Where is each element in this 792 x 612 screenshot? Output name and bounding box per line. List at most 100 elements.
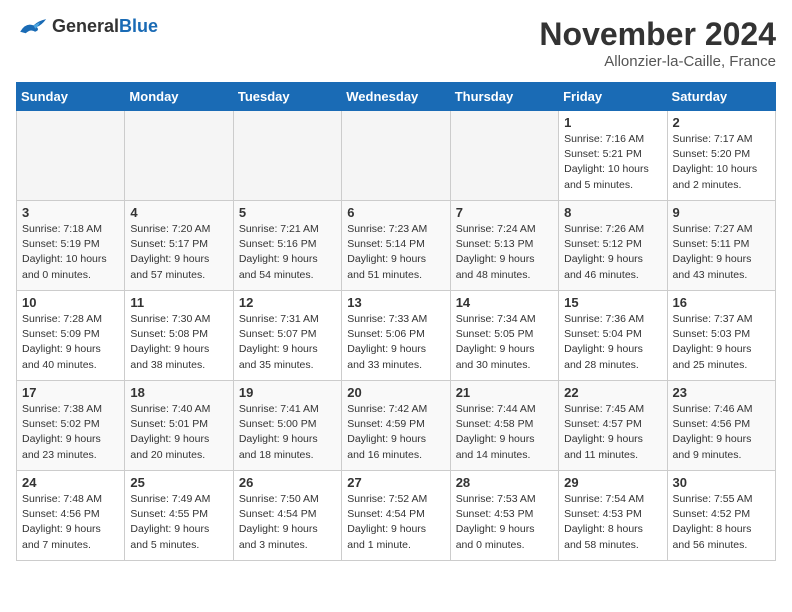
day-info: Sunrise: 7:28 AMSunset: 5:09 PMDaylight:… — [22, 312, 119, 373]
day-info: Sunrise: 7:26 AMSunset: 5:12 PMDaylight:… — [564, 222, 661, 283]
day-info: Sunrise: 7:24 AMSunset: 5:13 PMDaylight:… — [456, 222, 553, 283]
logo: GeneralBlue — [16, 16, 158, 38]
day-info: Sunrise: 7:54 AMSunset: 4:53 PMDaylight:… — [564, 492, 661, 553]
day-info: Sunrise: 7:20 AMSunset: 5:17 PMDaylight:… — [130, 222, 227, 283]
calendar-cell: 16 Sunrise: 7:37 AMSunset: 5:03 PMDayligh… — [667, 291, 775, 381]
weekday-header-row: SundayMondayTuesdayWednesdayThursdayFrid… — [17, 83, 776, 111]
day-number: 24 — [22, 475, 119, 490]
day-info: Sunrise: 7:52 AMSunset: 4:54 PMDaylight:… — [347, 492, 444, 553]
calendar-cell — [125, 111, 233, 201]
day-info: Sunrise: 7:23 AMSunset: 5:14 PMDaylight:… — [347, 222, 444, 283]
day-number: 26 — [239, 475, 336, 490]
weekday-header-friday: Friday — [559, 83, 667, 111]
calendar-cell — [233, 111, 341, 201]
day-info: Sunrise: 7:36 AMSunset: 5:04 PMDaylight:… — [564, 312, 661, 373]
calendar-cell: 30 Sunrise: 7:55 AMSunset: 4:52 PMDayligh… — [667, 471, 775, 561]
day-number: 11 — [130, 295, 227, 310]
day-info: Sunrise: 7:48 AMSunset: 4:56 PMDaylight:… — [22, 492, 119, 553]
calendar-cell: 24 Sunrise: 7:48 AMSunset: 4:56 PMDayligh… — [17, 471, 125, 561]
location-title: Allonzier-la-Caille, France — [539, 53, 776, 70]
weekday-header-monday: Monday — [125, 83, 233, 111]
calendar-cell: 9 Sunrise: 7:27 AMSunset: 5:11 PMDaylight… — [667, 201, 775, 291]
month-title: November 2024 — [539, 16, 776, 53]
calendar-cell: 27Sunrise: 7:52 AMSunset: 4:54 PMDayligh… — [342, 471, 450, 561]
day-number: 8 — [564, 205, 661, 220]
calendar-cell: 12 Sunrise: 7:31 AMSunset: 5:07 PMDayligh… — [233, 291, 341, 381]
day-number: 5 — [239, 205, 336, 220]
calendar-body: 1Sunrise: 7:16 AMSunset: 5:21 PMDaylight… — [17, 111, 776, 561]
title-area: November 2024 Allonzier-la-Caille, Franc… — [539, 16, 776, 70]
day-info: Sunrise: 7:46 AMSunset: 4:56 PMDaylight:… — [673, 402, 770, 463]
day-number: 25 — [130, 475, 227, 490]
day-number: 22 — [564, 385, 661, 400]
calendar-cell: 29Sunrise: 7:54 AMSunset: 4:53 PMDayligh… — [559, 471, 667, 561]
day-info: Sunrise: 7:42 AMSunset: 4:59 PMDaylight:… — [347, 402, 444, 463]
weekday-header-sunday: Sunday — [17, 83, 125, 111]
calendar-cell: 22 Sunrise: 7:45 AMSunset: 4:57 PMDayligh… — [559, 381, 667, 471]
calendar-cell: 3 Sunrise: 7:18 AMSunset: 5:19 PMDaylight… — [17, 201, 125, 291]
day-number: 13 — [347, 295, 444, 310]
calendar-cell: 1Sunrise: 7:16 AMSunset: 5:21 PMDaylight… — [559, 111, 667, 201]
day-number: 28 — [456, 475, 553, 490]
day-info: Sunrise: 7:31 AMSunset: 5:07 PMDaylight:… — [239, 312, 336, 373]
day-info: Sunrise: 7:30 AMSunset: 5:08 PMDaylight:… — [130, 312, 227, 373]
calendar-cell: 14Sunrise: 7:34 AMSunset: 5:05 PMDayligh… — [450, 291, 558, 381]
day-number: 2 — [673, 115, 770, 130]
day-number: 15 — [564, 295, 661, 310]
calendar-cell: 20 Sunrise: 7:42 AMSunset: 4:59 PMDayligh… — [342, 381, 450, 471]
day-number: 23 — [673, 385, 770, 400]
calendar-week-2: 3 Sunrise: 7:18 AMSunset: 5:19 PMDaylight… — [17, 201, 776, 291]
calendar-cell: 15 Sunrise: 7:36 AMSunset: 5:04 PMDayligh… — [559, 291, 667, 381]
calendar-cell: 19 Sunrise: 7:41 AMSunset: 5:00 PMDayligh… — [233, 381, 341, 471]
calendar-cell: 13Sunrise: 7:33 AMSunset: 5:06 PMDayligh… — [342, 291, 450, 381]
day-number: 4 — [130, 205, 227, 220]
calendar-cell: 5 Sunrise: 7:21 AMSunset: 5:16 PMDaylight… — [233, 201, 341, 291]
day-number: 14 — [456, 295, 553, 310]
logo-icon — [16, 16, 48, 38]
day-info: Sunrise: 7:49 AMSunset: 4:55 PMDaylight:… — [130, 492, 227, 553]
day-info: Sunrise: 7:50 AMSunset: 4:54 PMDaylight:… — [239, 492, 336, 553]
calendar-cell: 8 Sunrise: 7:26 AMSunset: 5:12 PMDaylight… — [559, 201, 667, 291]
day-number: 19 — [239, 385, 336, 400]
day-number: 3 — [22, 205, 119, 220]
calendar-cell: 21Sunrise: 7:44 AMSunset: 4:58 PMDayligh… — [450, 381, 558, 471]
day-number: 16 — [673, 295, 770, 310]
calendar-cell: 2Sunrise: 7:17 AMSunset: 5:20 PMDaylight… — [667, 111, 775, 201]
day-number: 7 — [456, 205, 553, 220]
calendar-cell: 25 Sunrise: 7:49 AMSunset: 4:55 PMDayligh… — [125, 471, 233, 561]
day-info: Sunrise: 7:21 AMSunset: 5:16 PMDaylight:… — [239, 222, 336, 283]
calendar-cell: 26 Sunrise: 7:50 AMSunset: 4:54 PMDayligh… — [233, 471, 341, 561]
day-info: Sunrise: 7:38 AMSunset: 5:02 PMDaylight:… — [22, 402, 119, 463]
calendar-week-4: 17Sunrise: 7:38 AMSunset: 5:02 PMDayligh… — [17, 381, 776, 471]
page-header: GeneralBlue November 2024 Allonzier-la-C… — [16, 16, 776, 70]
calendar-week-3: 10 Sunrise: 7:28 AMSunset: 5:09 PMDayligh… — [17, 291, 776, 381]
day-info: Sunrise: 7:27 AMSunset: 5:11 PMDaylight:… — [673, 222, 770, 283]
calendar-cell: 18Sunrise: 7:40 AMSunset: 5:01 PMDayligh… — [125, 381, 233, 471]
day-number: 12 — [239, 295, 336, 310]
calendar-cell: 7 Sunrise: 7:24 AMSunset: 5:13 PMDaylight… — [450, 201, 558, 291]
day-info: Sunrise: 7:41 AMSunset: 5:00 PMDaylight:… — [239, 402, 336, 463]
day-info: Sunrise: 7:37 AMSunset: 5:03 PMDaylight:… — [673, 312, 770, 373]
calendar-week-1: 1Sunrise: 7:16 AMSunset: 5:21 PMDaylight… — [17, 111, 776, 201]
day-info: Sunrise: 7:18 AMSunset: 5:19 PMDaylight:… — [22, 222, 119, 283]
weekday-header-tuesday: Tuesday — [233, 83, 341, 111]
calendar-week-5: 24 Sunrise: 7:48 AMSunset: 4:56 PMDayligh… — [17, 471, 776, 561]
day-info: Sunrise: 7:53 AMSunset: 4:53 PMDaylight:… — [456, 492, 553, 553]
day-number: 9 — [673, 205, 770, 220]
calendar-table: SundayMondayTuesdayWednesdayThursdayFrid… — [16, 82, 776, 561]
weekday-header-saturday: Saturday — [667, 83, 775, 111]
calendar-cell: 6 Sunrise: 7:23 AMSunset: 5:14 PMDaylight… — [342, 201, 450, 291]
calendar-cell — [450, 111, 558, 201]
day-number: 10 — [22, 295, 119, 310]
day-info: Sunrise: 7:45 AMSunset: 4:57 PMDaylight:… — [564, 402, 661, 463]
day-number: 30 — [673, 475, 770, 490]
day-info: Sunrise: 7:55 AMSunset: 4:52 PMDaylight:… — [673, 492, 770, 553]
day-number: 20 — [347, 385, 444, 400]
day-info: Sunrise: 7:40 AMSunset: 5:01 PMDaylight:… — [130, 402, 227, 463]
day-number: 6 — [347, 205, 444, 220]
day-number: 21 — [456, 385, 553, 400]
calendar-cell: 28 Sunrise: 7:53 AMSunset: 4:53 PMDayligh… — [450, 471, 558, 561]
day-info: Sunrise: 7:16 AMSunset: 5:21 PMDaylight:… — [564, 132, 661, 193]
calendar-cell: 23 Sunrise: 7:46 AMSunset: 4:56 PMDayligh… — [667, 381, 775, 471]
calendar-cell: 11 Sunrise: 7:30 AMSunset: 5:08 PMDayligh… — [125, 291, 233, 381]
